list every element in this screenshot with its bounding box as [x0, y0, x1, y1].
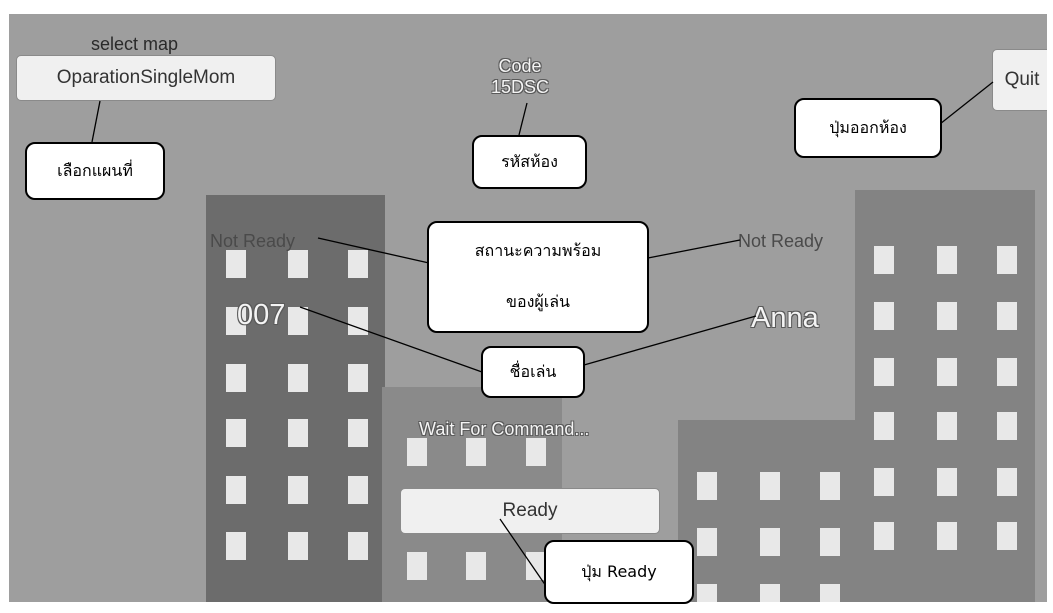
callout-ready-status-line2: ของผู้เล่น: [506, 292, 570, 311]
callout-ready-status-line1: สถานะความพร้อม: [474, 241, 602, 260]
screenshot: select map OparationSingleMom Code 15DSC…: [0, 0, 1053, 613]
callout-room-code: รหัสห้อง: [472, 135, 587, 189]
callout-select-map: เลือกแผนที่: [25, 142, 165, 200]
callout-ready-status: สถานะความพร้อม ของผู้เล่น: [427, 221, 649, 333]
callout-player-name: ชื่อเล่น: [481, 346, 585, 398]
callout-ready-button: ปุ่ม Ready: [544, 540, 694, 604]
callout-quit-button: ปุ่มออกห้อง: [794, 98, 942, 158]
